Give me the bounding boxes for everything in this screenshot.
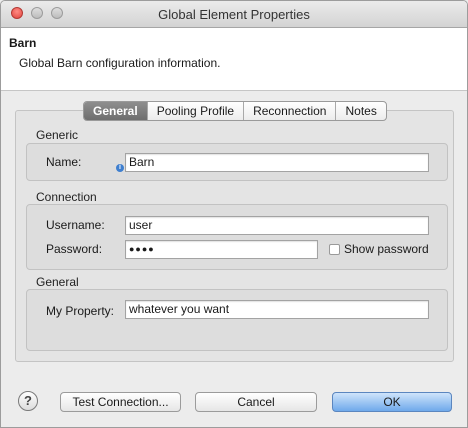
help-icon[interactable]: ?	[18, 391, 38, 411]
password-field[interactable]: ●●●●	[125, 240, 318, 259]
dialog-header: Barn Global Barn configuration informati…	[1, 28, 467, 91]
header-description: Global Barn configuration information.	[19, 56, 221, 70]
test-connection-button[interactable]: Test Connection...	[60, 392, 181, 412]
cancel-button[interactable]: Cancel	[195, 392, 317, 412]
show-password-label: Show password	[344, 242, 429, 256]
name-field[interactable]: Barn	[125, 153, 429, 172]
tab-bar: General Pooling Profile Reconnection Not…	[83, 101, 387, 121]
general-group-label: General	[36, 275, 79, 289]
generic-group: Name: i Barn	[26, 143, 448, 181]
title-bar: Global Element Properties	[1, 1, 467, 28]
my-property-label: My Property:	[46, 304, 115, 318]
show-password-checkbox[interactable]	[329, 244, 340, 255]
generic-group-label: Generic	[36, 128, 79, 142]
username-label: Username:	[46, 218, 105, 232]
connection-group-label: Connection	[36, 190, 97, 204]
tab-reconnection[interactable]: Reconnection	[244, 102, 337, 120]
header-title: Barn	[9, 36, 37, 50]
my-property-field[interactable]: whatever you want	[125, 300, 429, 319]
tab-pooling-profile[interactable]: Pooling Profile	[148, 102, 245, 120]
dialog-window: Global Element Properties Barn Global Ba…	[0, 0, 468, 428]
connection-group: Username: user Password: ●●●● Show passw…	[26, 204, 448, 270]
username-field[interactable]: user	[125, 216, 429, 235]
name-label: Name:	[46, 155, 82, 169]
tab-content-panel: Generic Name: i Barn Connection Username…	[15, 110, 454, 362]
window-title: Global Element Properties	[158, 7, 310, 22]
password-label: Password:	[46, 242, 103, 256]
general-group: My Property: whatever you want	[26, 289, 448, 351]
ok-button[interactable]: OK	[332, 392, 452, 412]
info-icon: i	[116, 164, 124, 172]
tab-notes[interactable]: Notes	[336, 102, 385, 120]
tab-general[interactable]: General	[84, 102, 148, 120]
